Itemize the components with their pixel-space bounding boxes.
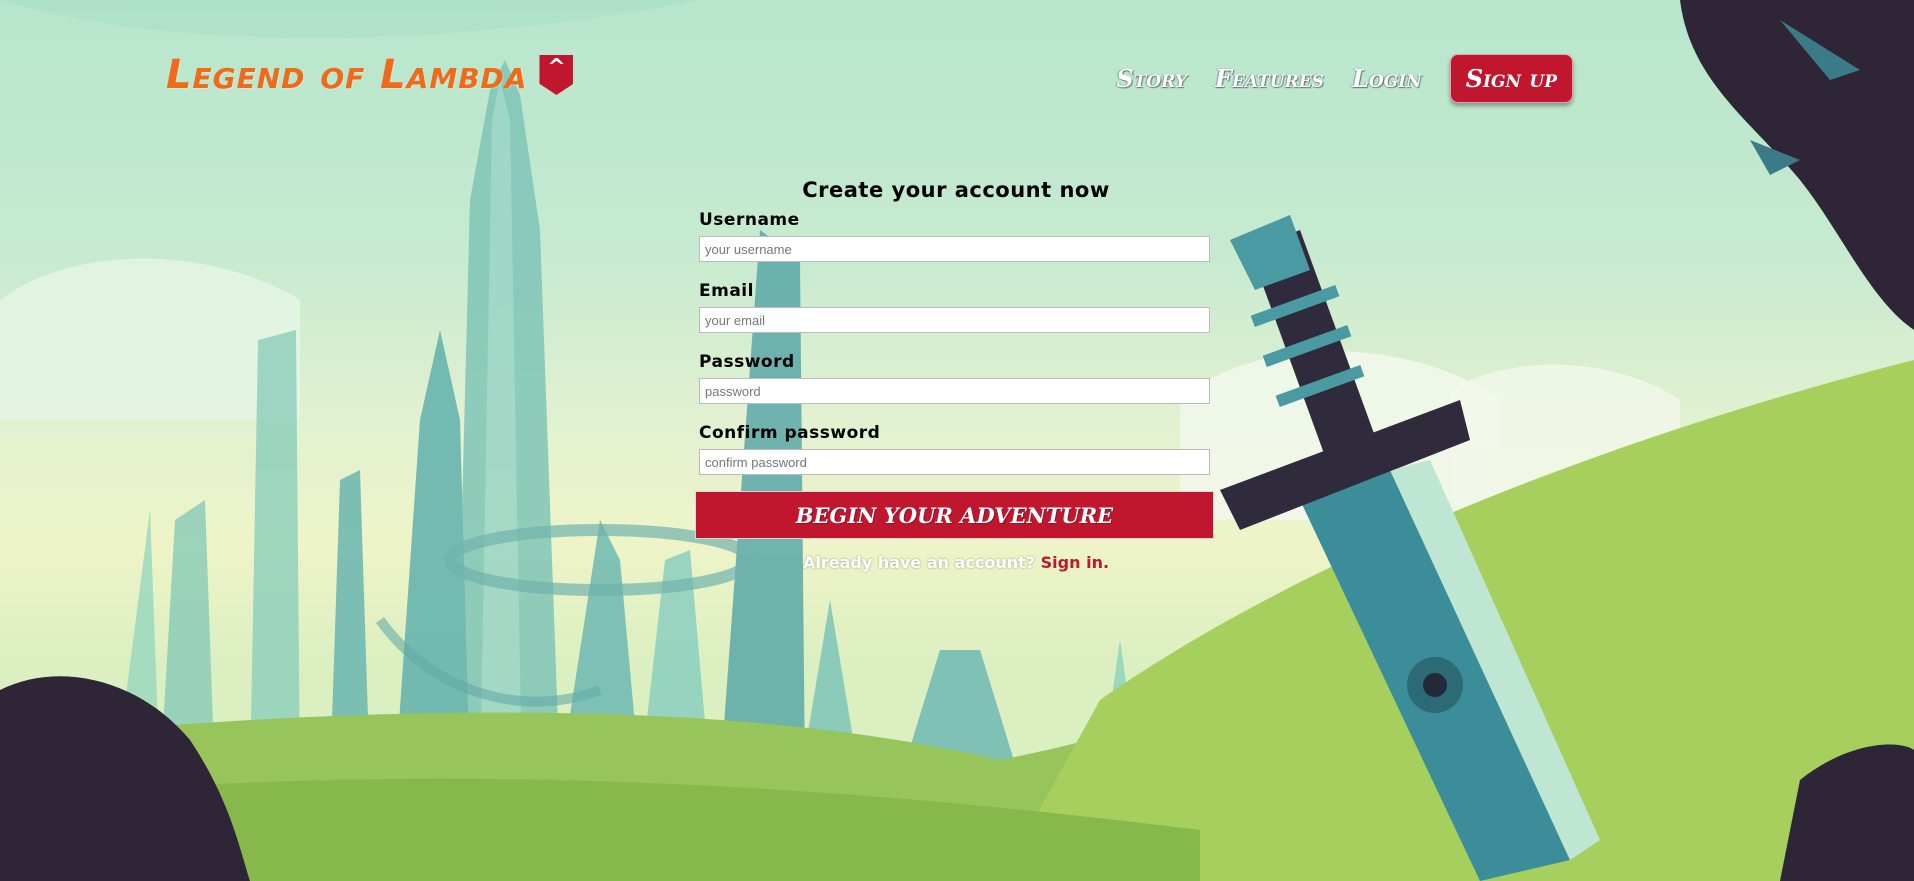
cloud-shape (0, 258, 300, 420)
username-label: Username (699, 210, 800, 230)
foliage-shape (1680, 0, 1914, 330)
signin-prompt-text: Already have an account? (802, 553, 1036, 572)
signin-link[interactable]: Sign in. (1041, 553, 1109, 572)
nav-link-story[interactable]: Story (1116, 64, 1187, 93)
logo[interactable]: Legend of Lambda ^ (166, 50, 574, 100)
begin-adventure-button[interactable]: BEGIN YOUR ADVENTURE (695, 491, 1214, 539)
nav-link-login[interactable]: Login (1352, 64, 1422, 93)
password-label: Password (699, 352, 795, 372)
signin-prompt-row: Already have an account? Sign in. (699, 553, 1213, 572)
cloud-shape (0, 0, 700, 38)
signup-form: Create your account now Username Email P… (695, 178, 1214, 572)
foliage-shape (0, 676, 250, 881)
logo-text: Legend of Lambda (166, 52, 528, 98)
form-title: Create your account now (802, 178, 1110, 202)
confirm-password-input[interactable] (699, 449, 1210, 475)
password-input[interactable] (699, 378, 1210, 404)
confirm-password-label: Confirm password (699, 423, 881, 443)
nav-link-features[interactable]: Features (1215, 64, 1324, 93)
username-input[interactable] (699, 236, 1210, 262)
page: Legend of Lambda ^ Story Features Login … (0, 0, 1914, 881)
signup-button[interactable]: Sign up (1449, 54, 1573, 103)
chevron-up-icon: ^ (539, 55, 574, 95)
top-nav: Story Features Login Sign up (1116, 54, 1573, 103)
email-input[interactable] (699, 307, 1210, 333)
email-label: Email (699, 281, 754, 301)
badge-glyph: ^ (547, 55, 566, 80)
